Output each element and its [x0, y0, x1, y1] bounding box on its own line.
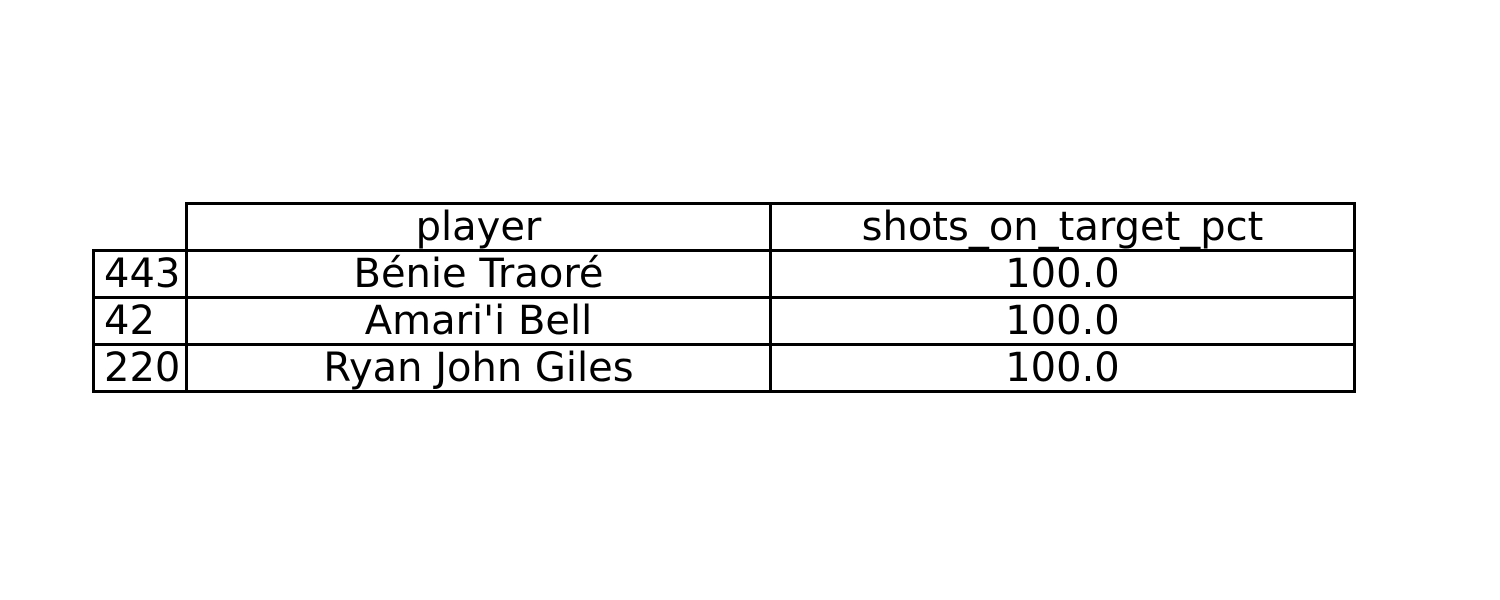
data-table: player shots_on_target_pct 443 Bénie Tra…: [92, 202, 1356, 393]
table-header-row: player shots_on_target_pct: [93, 202, 1356, 252]
shots-on-target-pct-cell: 100.0: [769, 296, 1356, 346]
column-header-player: player: [185, 202, 772, 252]
row-index-cell: 42: [92, 296, 188, 346]
shots-on-target-pct-cell: 100.0: [769, 343, 1356, 393]
player-cell: Ryan John Giles: [185, 343, 772, 393]
table-row: 443 Bénie Traoré 100.0: [92, 249, 1356, 299]
row-index-cell: 220: [92, 343, 188, 393]
row-index-cell: 443: [92, 249, 188, 299]
table-figure: player shots_on_target_pct 443 Bénie Tra…: [0, 0, 1500, 600]
player-cell: Amari'i Bell: [185, 296, 772, 346]
index-header-corner: [93, 203, 188, 252]
column-header-shots-on-target-pct: shots_on_target_pct: [769, 202, 1356, 252]
table-row: 42 Amari'i Bell 100.0: [92, 296, 1356, 346]
shots-on-target-pct-cell: 100.0: [769, 249, 1356, 299]
player-cell: Bénie Traoré: [185, 249, 772, 299]
table-row: 220 Ryan John Giles 100.0: [92, 343, 1356, 393]
